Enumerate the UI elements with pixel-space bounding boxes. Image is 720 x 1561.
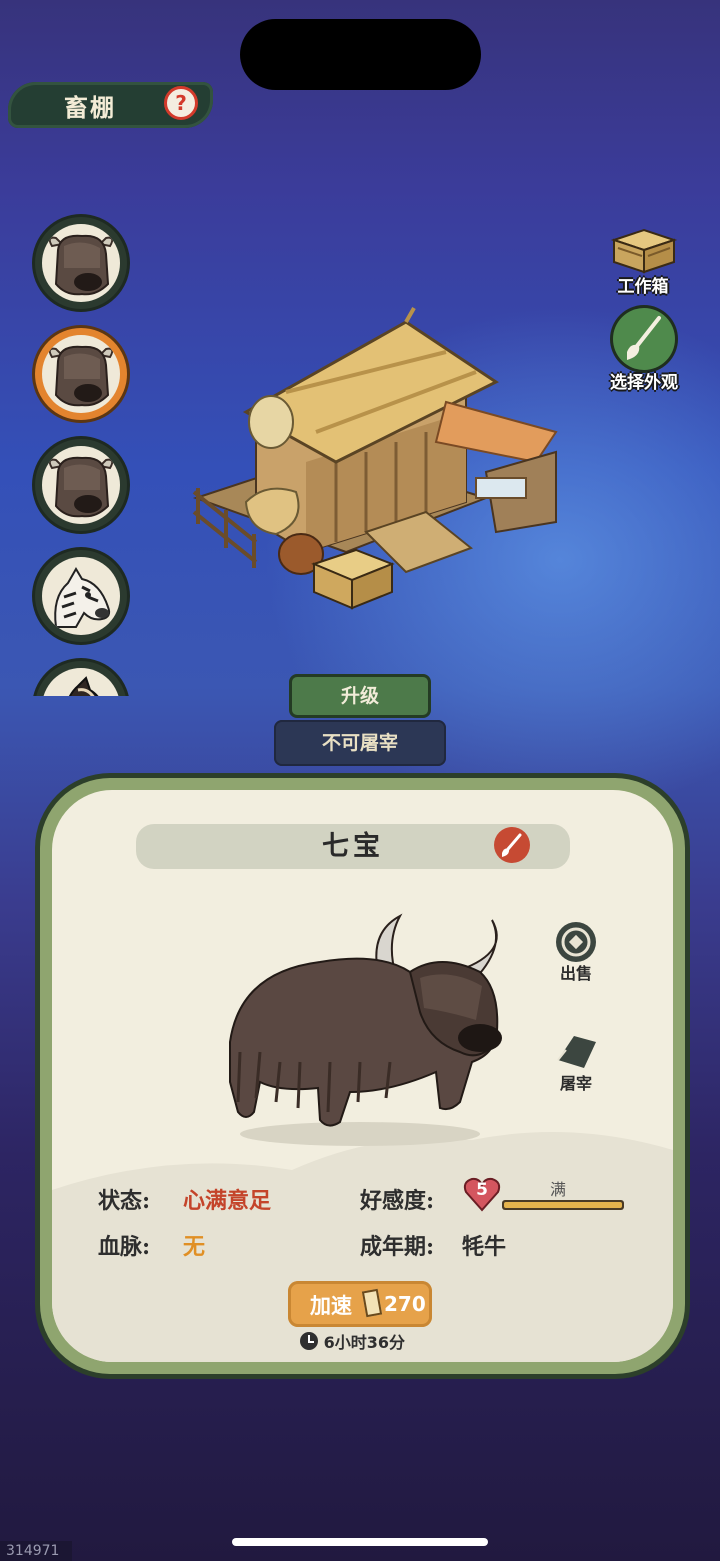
animal-slot-yak-1[interactable]	[35, 217, 127, 309]
affection-level: 5	[476, 1180, 488, 1200]
animal-slot-horse[interactable]	[35, 661, 127, 696]
workbox-label[interactable]: 工作箱	[598, 272, 688, 297]
animal-slot-yak-3[interactable]	[35, 439, 127, 531]
bloodline-value: 无	[183, 1234, 206, 1260]
affection-label: 好感度:	[360, 1188, 435, 1214]
cleaver-icon[interactable]	[554, 1030, 600, 1070]
stage-value: 牦牛	[462, 1234, 507, 1260]
workbox-button[interactable]	[608, 226, 678, 276]
question-icon[interactable]: ?	[164, 86, 198, 120]
appearance-label[interactable]: 选择外观	[594, 368, 694, 393]
barn-image	[192, 307, 558, 610]
home-indicator[interactable]	[232, 1538, 488, 1546]
status-label: 状态:	[98, 1188, 151, 1214]
appearance-button[interactable]	[613, 308, 675, 370]
affection-bar	[502, 1200, 624, 1210]
rename-brush-icon[interactable]	[494, 827, 530, 863]
barn-illustration[interactable]	[186, 302, 576, 614]
yak-face-icon	[48, 456, 114, 518]
speedup-cost: 270	[384, 1292, 426, 1316]
upgrade-button[interactable]: 升级	[289, 674, 431, 718]
coin-icon[interactable]	[556, 922, 596, 962]
crate-icon	[610, 228, 678, 274]
animal-slot-zebra[interactable]	[35, 550, 127, 642]
id-tag: 314971	[0, 1541, 72, 1561]
timer: 6小时36分	[300, 1329, 425, 1355]
animal-list[interactable]	[0, 200, 160, 696]
speedup-label: 加速	[310, 1293, 352, 1318]
brush-icon	[627, 316, 661, 360]
yak-face-icon	[48, 234, 114, 296]
yak-face-icon	[48, 345, 114, 407]
animal-slot-yak-2[interactable]	[35, 328, 127, 420]
clock-icon	[300, 1332, 318, 1350]
yak-image	[210, 912, 520, 1147]
affection-bar-fill	[504, 1202, 622, 1208]
scroll-ticket-icon	[361, 1288, 383, 1318]
stage-label: 成年期:	[360, 1234, 435, 1260]
timer-text: 6小时36分	[323, 1333, 405, 1352]
horse-face-icon	[68, 676, 99, 696]
affection-bar-label: 满	[550, 1180, 567, 1199]
sell-label[interactable]: 出售	[546, 960, 606, 984]
no-slaughter-button[interactable]: 不可屠宰	[274, 720, 446, 766]
speedup-button[interactable]: 加速 270	[288, 1281, 432, 1327]
zebra-face-icon	[54, 567, 111, 628]
slaughter-label[interactable]: 屠宰	[546, 1070, 606, 1094]
camera-notch	[240, 19, 481, 90]
status-value: 心满意足	[183, 1188, 272, 1214]
bloodline-label: 血脉:	[98, 1234, 151, 1260]
page-title: 畜棚	[64, 93, 116, 122]
